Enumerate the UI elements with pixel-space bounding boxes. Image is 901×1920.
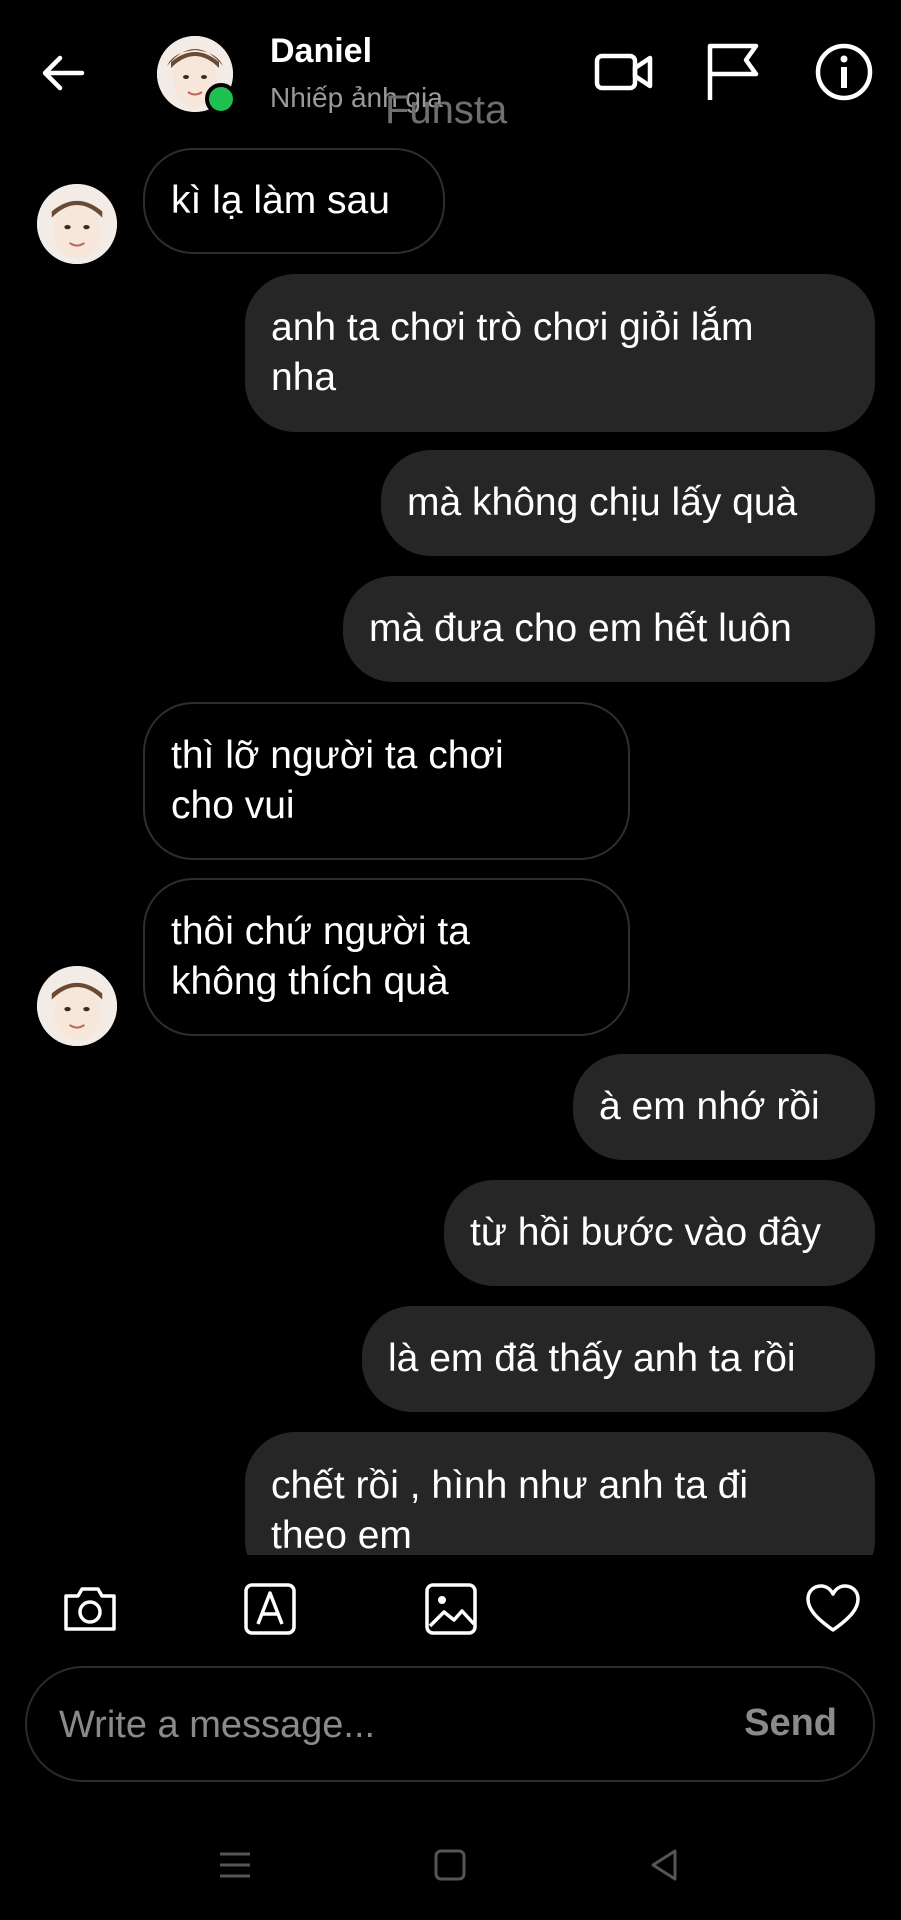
message-text: từ hồi bước vào đây <box>470 1211 821 1254</box>
message-composer: Send <box>25 1666 875 1782</box>
gallery-icon[interactable] <box>422 1580 480 1638</box>
send-button[interactable]: Send <box>744 1702 837 1745</box>
message-text: à em nhớ rồi <box>599 1085 820 1128</box>
arrow-left-icon[interactable] <box>36 46 90 100</box>
sender-avatar[interactable] <box>37 184 117 264</box>
chat-header: Daniel Nhiếp ảnh gia Funsta <box>0 0 901 140</box>
message-text: kì lạ làm sau <box>171 179 390 222</box>
message-text: mà không chịu lấy quà <box>407 481 798 524</box>
text-style-icon[interactable] <box>241 1580 299 1638</box>
message-text: không thích quà <box>171 960 449 1003</box>
message-bubble-outgoing[interactable]: mà đưa cho em hết luôn <box>343 576 875 682</box>
message-text: cho vui <box>171 784 295 827</box>
message-text: theo em <box>271 1514 412 1555</box>
message-text: chết rồi , hình như anh ta đi <box>271 1464 749 1507</box>
contact-name[interactable]: Daniel <box>270 32 372 71</box>
message-bubble-outgoing[interactable]: mà không chịu lấy quà <box>381 450 875 556</box>
watermark: Funsta <box>385 88 508 132</box>
heart-icon[interactable] <box>804 1580 862 1638</box>
message-list[interactable]: kì lạ làm sau anh ta chơi trò chơi giỏi … <box>0 140 901 1555</box>
message-input[interactable] <box>57 1694 701 1756</box>
message-bubble-outgoing[interactable]: từ hồi bước vào đây <box>444 1180 875 1286</box>
face-photo-icon <box>37 966 117 1046</box>
face-photo-icon <box>37 184 117 264</box>
message-bubble-incoming[interactable]: thì lỡ người ta chơi cho vui <box>143 702 630 860</box>
menu-icon[interactable] <box>210 1840 260 1890</box>
message-bubble-outgoing[interactable]: chết rồi , hình như anh ta đi theo em <box>245 1432 875 1555</box>
camera-icon[interactable] <box>61 1580 119 1638</box>
info-icon[interactable] <box>812 40 876 104</box>
sender-avatar[interactable] <box>37 966 117 1046</box>
home-icon[interactable] <box>425 1840 475 1890</box>
message-bubble-incoming[interactable]: kì lạ làm sau <box>143 148 445 254</box>
online-indicator <box>205 83 237 115</box>
message-bubble-outgoing[interactable]: à em nhớ rồi <box>573 1054 875 1160</box>
video-call-icon[interactable] <box>592 40 656 104</box>
message-text: là em đã thấy anh ta rồi <box>388 1337 796 1380</box>
message-text: anh ta chơi trò chơi giỏi lắm <box>271 306 754 349</box>
message-text: thì lỡ người ta chơi <box>171 734 504 777</box>
flag-icon[interactable] <box>700 40 764 104</box>
message-bubble-outgoing[interactable]: anh ta chơi trò chơi giỏi lắm nha <box>245 274 875 432</box>
message-bubble-outgoing[interactable]: là em đã thấy anh ta rồi <box>362 1306 875 1412</box>
back-triangle-icon[interactable] <box>640 1840 690 1890</box>
message-text: thôi chứ người ta <box>171 910 470 953</box>
message-text: nha <box>271 356 337 399</box>
message-bubble-incoming[interactable]: thôi chứ người ta không thích quà <box>143 878 630 1036</box>
message-text: mà đưa cho em hết luôn <box>369 607 792 650</box>
